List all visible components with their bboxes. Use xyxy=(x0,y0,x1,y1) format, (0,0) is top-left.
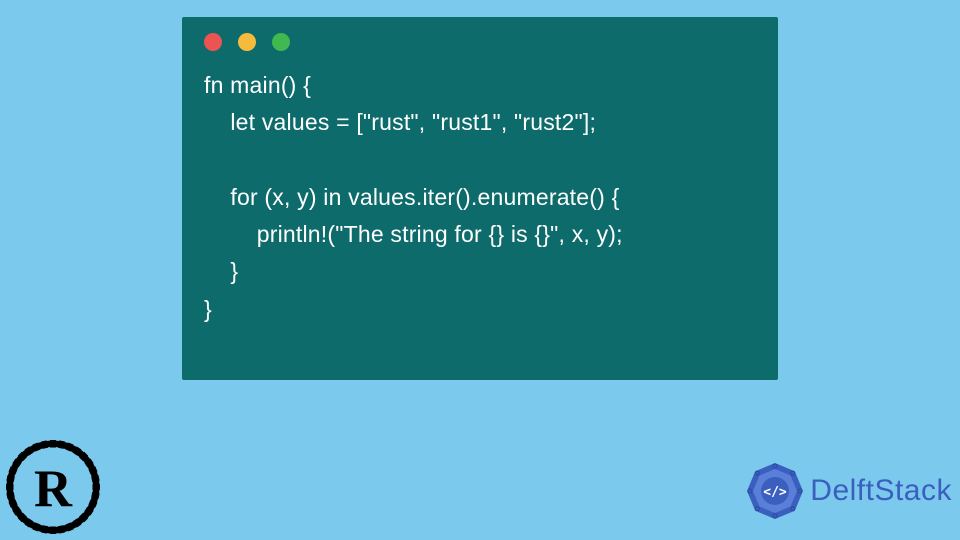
code-line: } xyxy=(204,258,238,284)
maximize-icon[interactable] xyxy=(272,33,290,51)
code-line: let values = ["rust", "rust1", "rust2"]; xyxy=(204,109,596,135)
delftstack-badge-icon: </> xyxy=(744,460,806,522)
code-line: } xyxy=(204,296,212,322)
window-titlebar xyxy=(182,17,778,67)
svg-text:R: R xyxy=(34,460,73,518)
code-line: fn main() { xyxy=(204,72,311,98)
code-line: for (x, y) in values.iter().enumerate() … xyxy=(204,184,619,210)
code-content: fn main() { let values = ["rust", "rust1… xyxy=(182,67,778,348)
code-line: println!("The string for {} is {}", x, y… xyxy=(204,221,623,247)
minimize-icon[interactable] xyxy=(238,33,256,51)
svg-text:</>: </> xyxy=(764,485,788,500)
close-icon[interactable] xyxy=(204,33,222,51)
code-window: fn main() { let values = ["rust", "rust1… xyxy=(182,17,778,380)
rust-logo-icon: R xyxy=(6,440,100,534)
delftstack-label: DelftStack xyxy=(810,474,952,508)
delftstack-logo: </> DelftStack xyxy=(744,460,952,522)
